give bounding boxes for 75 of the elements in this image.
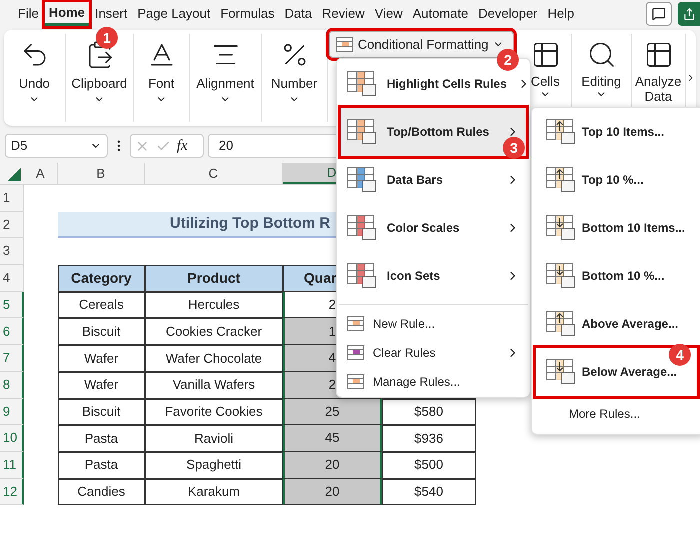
row-header[interactable]: 1 bbox=[0, 185, 24, 212]
ribbon-tab[interactable]: Review bbox=[318, 2, 369, 26]
table-cell: Karakum bbox=[145, 478, 283, 506]
table-cell: 45 bbox=[283, 425, 382, 452]
table-header-cell: Category bbox=[58, 265, 145, 292]
share-icon bbox=[682, 8, 696, 20]
ribbon-group-button[interactable]: Undo bbox=[4, 34, 66, 122]
table-cell: 20 bbox=[283, 478, 382, 506]
menu-item[interactable]: Bottom 10 %... bbox=[536, 252, 697, 300]
table-cell: Wafer bbox=[58, 372, 145, 398]
comment-icon bbox=[652, 7, 666, 21]
top-bottom-rule-icon bbox=[546, 263, 576, 289]
table-cell: 20 bbox=[283, 452, 382, 479]
menu-item[interactable]: More Rules... bbox=[532, 400, 700, 428]
share-button[interactable] bbox=[678, 2, 700, 26]
ribbon-tab[interactable]: Data bbox=[280, 2, 316, 26]
ribbon-group-button[interactable]: Alignment bbox=[190, 34, 262, 122]
ribbon-tab[interactable]: Formulas bbox=[216, 2, 279, 26]
top-bottom-rule-icon bbox=[546, 119, 576, 145]
row-header[interactable]: 10 bbox=[0, 425, 24, 452]
row-header[interactable]: 5 bbox=[0, 292, 24, 318]
table-cell: Favorite Cookies bbox=[145, 398, 283, 426]
row-header[interactable]: 2 bbox=[0, 212, 24, 238]
row-header[interactable]: 11 bbox=[0, 452, 24, 479]
table-cell: Biscuit bbox=[58, 398, 145, 426]
table-cell: Cereals bbox=[58, 292, 145, 318]
table-rule-icon bbox=[347, 71, 377, 97]
column-header[interactable]: B bbox=[58, 163, 145, 184]
ribbon-tab[interactable]: Automate bbox=[408, 2, 472, 26]
row-header[interactable]: 9 bbox=[0, 398, 24, 426]
table-cell: Biscuit bbox=[58, 318, 145, 346]
row-header[interactable]: 12 bbox=[0, 478, 24, 506]
table-rule-icon bbox=[347, 263, 377, 289]
top-bottom-rule-icon bbox=[546, 311, 576, 337]
table-cell: Candies bbox=[58, 478, 145, 506]
table-cell: 25 bbox=[283, 398, 382, 426]
row-header[interactable]: 8 bbox=[0, 372, 24, 398]
ribbon-tab[interactable]: Home bbox=[44, 2, 90, 26]
top-bottom-rule-icon bbox=[546, 215, 576, 241]
row-header[interactable]: 7 bbox=[0, 345, 24, 372]
table-rule-icon bbox=[347, 119, 377, 145]
table-cell: Pasta bbox=[58, 425, 145, 452]
column-header[interactable]: A bbox=[24, 163, 58, 184]
ribbon-tab[interactable]: Insert bbox=[91, 2, 132, 26]
select-all-icon[interactable] bbox=[8, 168, 21, 181]
name-box[interactable]: D5 bbox=[5, 134, 108, 158]
ribbon-group-button[interactable]: Font bbox=[134, 34, 190, 122]
comment-button[interactable] bbox=[646, 2, 672, 26]
table-cell: Wafer bbox=[58, 345, 145, 372]
ribbon-tab[interactable]: Page Layout bbox=[134, 2, 215, 26]
table-cell: Vanilla Wafers bbox=[145, 372, 283, 398]
table-cell: $500 bbox=[382, 452, 476, 479]
top-bottom-rule-icon bbox=[546, 167, 576, 193]
table-cell: Pasta bbox=[58, 452, 145, 479]
table-cell: Ravioli bbox=[145, 425, 283, 452]
top-bottom-rule-icon bbox=[546, 359, 576, 385]
table-rule-icon bbox=[347, 167, 377, 193]
table-cell: Cookies Cracker bbox=[145, 318, 283, 346]
insert-function-button[interactable]: fx bbox=[177, 134, 188, 158]
row-header[interactable]: 6 bbox=[0, 318, 24, 346]
table-rule-icon bbox=[347, 215, 377, 241]
row-header[interactable]: 3 bbox=[0, 238, 24, 266]
row-header[interactable]: 4 bbox=[0, 265, 24, 292]
table-header-cell: Product bbox=[145, 265, 283, 292]
table-cell: $540 bbox=[382, 478, 476, 506]
table-cell: $936 bbox=[382, 425, 476, 452]
ribbon-tab[interactable]: Help bbox=[544, 2, 579, 26]
table-cell: Spaghetti bbox=[145, 452, 283, 479]
table-cell: Wafer Chocolate bbox=[145, 345, 283, 372]
menu-item[interactable]: Top 10 %... bbox=[536, 156, 697, 204]
ribbon-tab[interactable]: View bbox=[370, 2, 407, 26]
ribbon-tab[interactable]: Developer bbox=[474, 2, 542, 26]
ribbon-tab[interactable]: File bbox=[14, 2, 43, 26]
table-cell: Hercules bbox=[145, 292, 283, 318]
table-cell: $580 bbox=[382, 398, 476, 426]
